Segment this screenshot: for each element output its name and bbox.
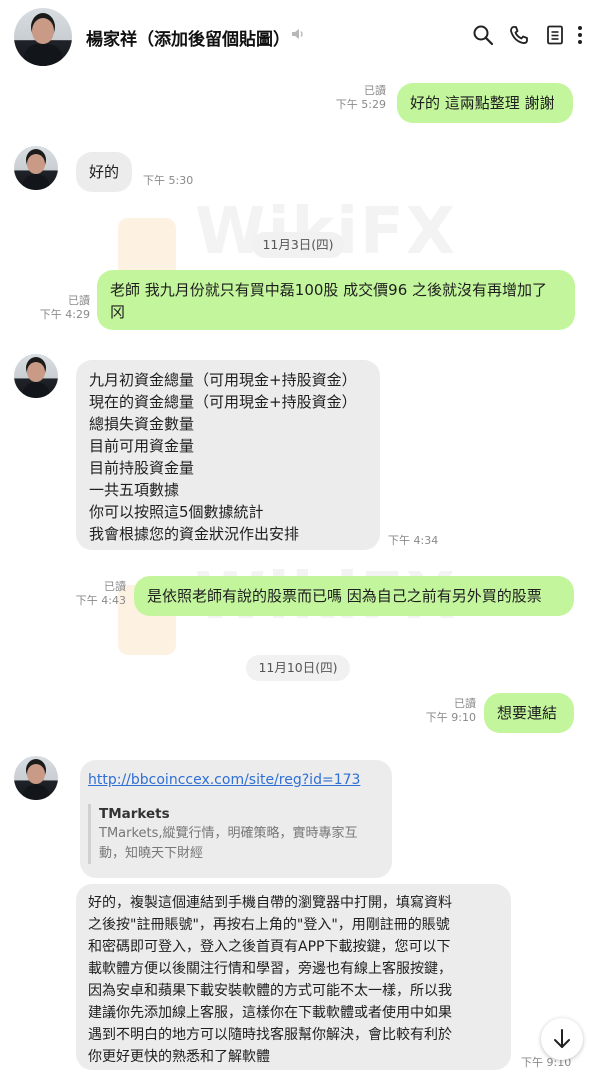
message-bubble-incoming[interactable]: 九月初資金總量（可用現金+持股資金） 現在的資金總量（可用現金+持股資金） 總損…: [76, 360, 380, 550]
message-line: 你可以按照這5個數據統計: [89, 503, 264, 521]
link-url[interactable]: http://bbcoinccex.com/site/reg?id=173: [88, 770, 384, 790]
message-line: 建議你先添加線上客服，這樣你在下載軟體或者使用中如果: [88, 1005, 452, 1021]
message-time: 下午 4:34: [388, 534, 439, 547]
link-preview-desc-line: TMarkets,縱覽行情，明確策略，實時專家互: [99, 826, 358, 841]
message-line: 九月初資金總量（可用現金+持股資金）: [89, 371, 357, 389]
message-time: 下午 4:43: [75, 594, 126, 607]
message-line: 好的，複製這個連結到手機自帶的瀏覽器中打開，填寫資料: [88, 895, 452, 911]
message-text: 是依照老師有說的股票而已嗎 因為自己之前有另外買的股票: [147, 587, 542, 605]
message-line: 老師 我九月份就只有買中磊100股 成交價96 之後就沒有再增加了: [110, 281, 548, 299]
message-line: 一共五項數據: [89, 481, 180, 499]
message-line: 冈: [110, 303, 126, 321]
date-separator: 11月3日(四): [252, 232, 344, 258]
message-line: 遇到不明白的地方可以隨時找客服幫你解決，會比較有利於: [88, 1027, 452, 1043]
message-time: 下午 4:29: [39, 308, 90, 321]
message-bubble-outgoing[interactable]: 老師 我九月份就只有買中磊100股 成交價96 之後就沒有再增加了 冈: [97, 270, 575, 330]
message-line: 我會根據您的資金狀況作出安排: [89, 525, 300, 543]
message-text: 好的: [89, 163, 120, 181]
contact-name[interactable]: 楊家祥（添加後留個貼圖）: [86, 25, 290, 50]
link-preview-desc-line: 動，知曉天下財經: [99, 846, 204, 861]
arrow-down-icon: [554, 1029, 570, 1048]
search-icon[interactable]: [472, 24, 494, 46]
message-time: 下午 9:10: [425, 711, 476, 724]
message-line: 載軟體方便以後關注行情和學習，旁邊也有線上客服按鍵，: [88, 961, 452, 977]
sender-avatar[interactable]: [14, 756, 58, 800]
mute-icon: [292, 29, 303, 39]
read-receipt: 已讀: [104, 580, 126, 593]
message-line: 和密碼即可登入，登入之後首頁有APP下載按鍵，您可以下: [88, 939, 451, 955]
sender-avatar[interactable]: [14, 354, 58, 398]
message-time: 下午 5:30: [143, 174, 194, 187]
message-bubble-outgoing[interactable]: 是依照老師有說的股票而已嗎 因為自己之前有另外買的股票: [134, 576, 574, 616]
message-bubble-outgoing[interactable]: 好的 這兩點整理 謝謝: [397, 83, 573, 123]
read-receipt: 已讀: [68, 294, 90, 307]
more-icon[interactable]: [574, 24, 586, 46]
message-line: 你更好更快的熟悉和了解軟體: [88, 1049, 270, 1065]
link-preview-card[interactable]: http://bbcoinccex.com/site/reg?id=173 TM…: [80, 760, 392, 878]
message-bubble-outgoing[interactable]: 想要連結: [484, 693, 574, 733]
message-line: 現在的資金總量（可用現金+持股資金）: [89, 393, 357, 411]
message-line: 因為安卓和蘋果下載安裝軟體的方式可能不太一樣，所以我: [88, 983, 452, 999]
message-line: 目前可用資金量: [89, 437, 195, 455]
phone-icon[interactable]: [508, 24, 530, 46]
contact-avatar[interactable]: [14, 8, 72, 66]
message-line: 總損失資金數量: [89, 415, 195, 433]
read-receipt: 已讀: [364, 84, 386, 97]
link-preview[interactable]: TMarkets TMarkets,縱覽行情，明確策略，實時專家互 動，知曉天下…: [88, 804, 384, 864]
message-bubble-incoming[interactable]: 好的，複製這個連結到手機自帶的瀏覽器中打開，填寫資料 之後按"註冊賬號"，再按右…: [76, 884, 511, 1070]
notes-icon[interactable]: [544, 24, 566, 46]
chat-header: 楊家祥（添加後留個貼圖）: [0, 0, 591, 72]
message-line: 之後按"註冊賬號"，再按右上角的"登入"，用剛註冊的賬號: [88, 917, 450, 933]
message-meta: 已讀 下午 5:29: [330, 84, 386, 112]
link-preview-title: TMarkets: [99, 806, 170, 822]
message-text: 好的 這兩點整理 謝謝: [410, 94, 555, 112]
date-separator: 11月10日(四): [246, 655, 350, 681]
message-meta: 已讀 下午 9:10: [416, 697, 476, 725]
sender-avatar[interactable]: [14, 146, 58, 190]
message-line: 目前持股資金量: [89, 459, 195, 477]
message-time: 下午 5:29: [335, 98, 386, 111]
scroll-to-bottom-button[interactable]: [541, 1018, 583, 1060]
message-meta: 已讀 下午 4:43: [66, 580, 126, 608]
read-receipt: 已讀: [454, 697, 476, 710]
message-text: 想要連結: [497, 704, 558, 722]
message-meta: 已讀 下午 4:29: [30, 294, 90, 322]
message-bubble-incoming[interactable]: 好的: [76, 152, 132, 192]
